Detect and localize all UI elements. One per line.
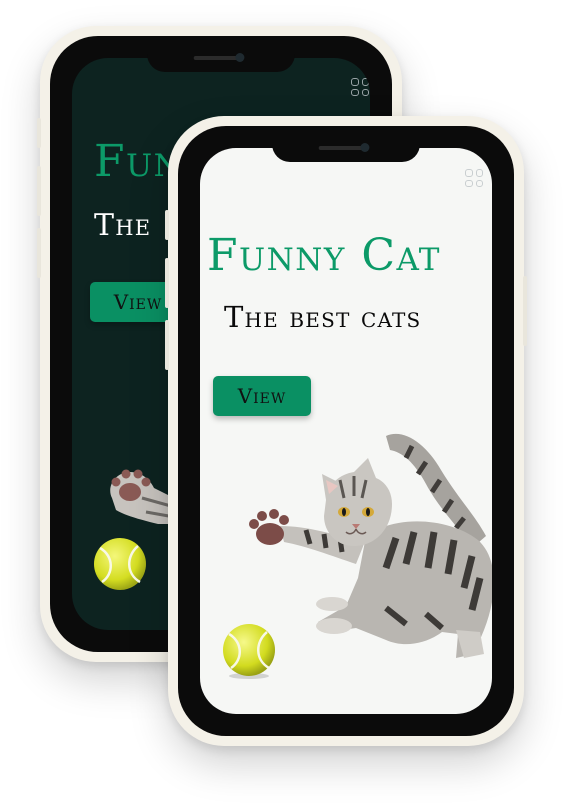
mute-switch [37,118,41,148]
grid-menu-icon[interactable] [465,169,483,187]
tennis-ball-icon [94,538,146,590]
front-camera [360,143,370,152]
app-title: Funny Cat [207,230,441,281]
app-subtitle: The [94,208,152,243]
phone-mockup-light: Funny Cat The best cats View [165,116,527,746]
grid-menu-icon[interactable] [351,78,369,96]
app-subtitle: The best cats [224,300,422,334]
front-camera [235,53,245,62]
phone-bezel: Funny Cat The best cats View [178,126,514,736]
view-button[interactable]: View [213,376,311,416]
tennis-ball-icon [223,624,275,679]
speaker [318,146,363,150]
mute-switch [165,210,169,240]
volume-up-button [165,258,169,308]
screen-light: Funny Cat The best cats View [200,148,492,714]
volume-down-button [165,320,169,370]
power-button [523,276,527,346]
speaker [193,56,238,60]
volume-up-button [37,166,41,216]
volume-down-button [37,228,41,278]
